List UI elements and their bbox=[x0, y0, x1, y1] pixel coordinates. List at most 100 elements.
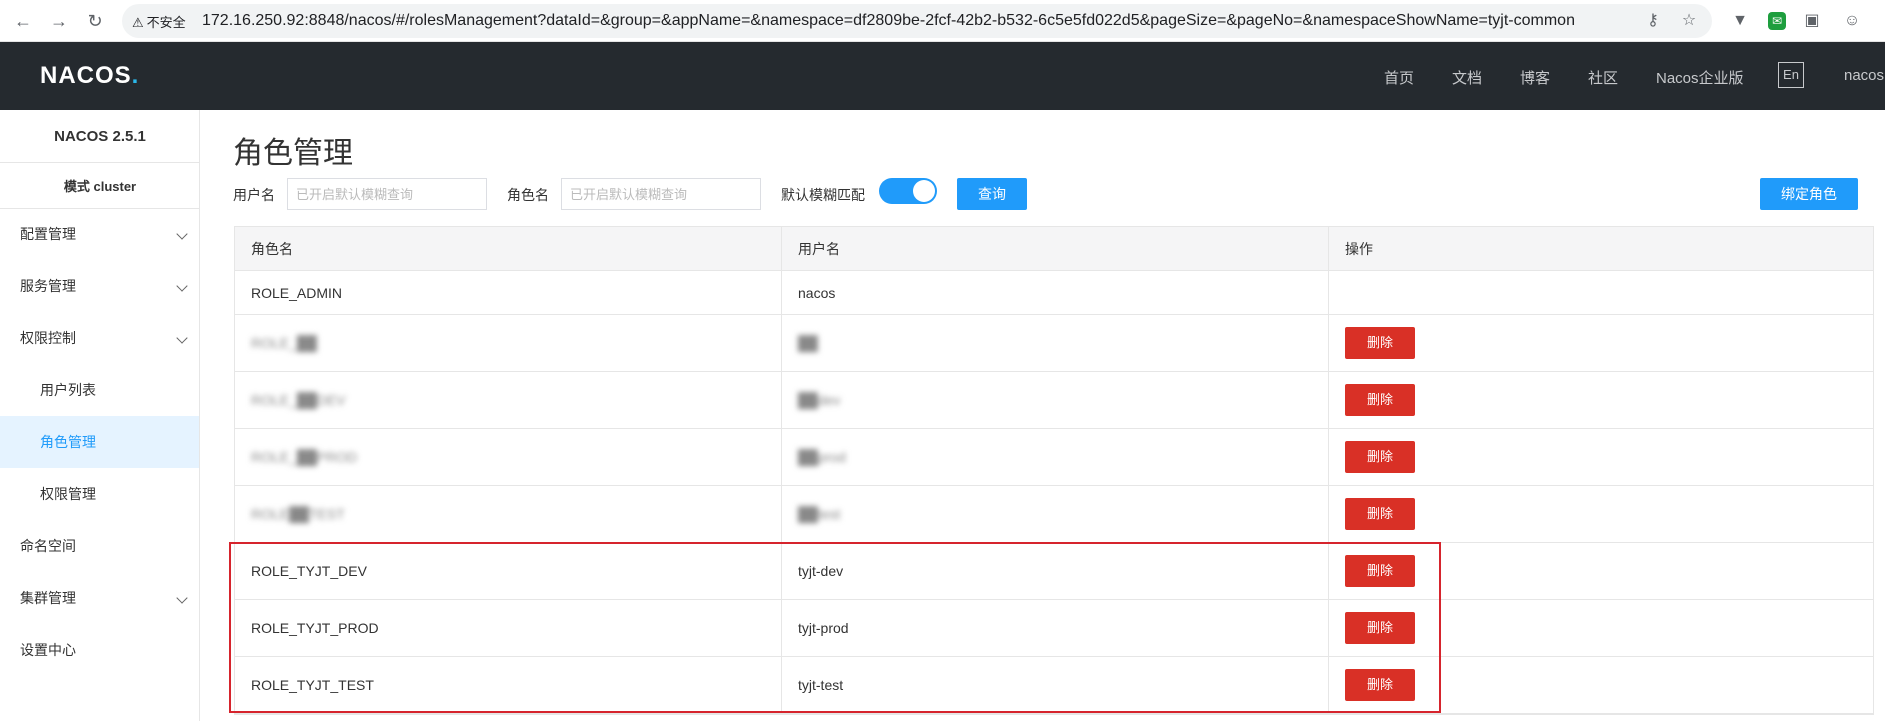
profile-icon[interactable]: ☺ bbox=[1840, 9, 1864, 33]
fuzzy-match-toggle[interactable] bbox=[879, 178, 937, 204]
redacted-text: ROLE_██PROD bbox=[251, 449, 358, 465]
action-cell: 删除 bbox=[1329, 315, 1873, 371]
reload-icon[interactable]: ↻ bbox=[82, 8, 108, 34]
column-header-user: 用户名 bbox=[782, 227, 1329, 270]
role-cell: ROLE_██ bbox=[235, 315, 782, 371]
sidebar: NACOS 2.5.1 模式 cluster 配置管理 服务管理 权限控制 用户… bbox=[0, 110, 200, 721]
nav-enterprise[interactable]: Nacos企业版 bbox=[1656, 67, 1744, 88]
user-menu[interactable]: nacos bbox=[1844, 67, 1884, 84]
redacted-text: ROLE██TEST bbox=[251, 506, 345, 522]
delete-button[interactable]: 删除 bbox=[1345, 612, 1415, 644]
action-cell: 删除 bbox=[1329, 429, 1873, 485]
redacted-text: ██ bbox=[798, 335, 818, 351]
chevron-down-icon bbox=[176, 228, 188, 240]
table-row: ROLE_██PROD ██prod 删除 bbox=[235, 429, 1873, 486]
rolename-input[interactable] bbox=[561, 178, 761, 210]
table-row: ROLE██TEST ██test 删除 bbox=[235, 486, 1873, 543]
action-cell: 删除 bbox=[1329, 600, 1873, 656]
warning-icon: ⚠ bbox=[132, 15, 144, 30]
role-cell: ROLE_██PROD bbox=[235, 429, 782, 485]
role-cell: ROLE_TYJT_TEST bbox=[235, 657, 782, 713]
sidebar-item-roles[interactable]: 角色管理 bbox=[0, 416, 199, 468]
redacted-text: ██dev bbox=[798, 392, 841, 408]
sidebar-item-namespace[interactable]: 命名空间 bbox=[0, 520, 199, 572]
back-arrow-icon[interactable]: ← bbox=[10, 8, 36, 34]
redacted-text: ROLE_██ bbox=[251, 335, 317, 351]
sidebar-item-auth[interactable]: 权限控制 bbox=[0, 312, 199, 364]
nacos-logo[interactable]: NACOS. bbox=[40, 62, 139, 90]
column-header-action: 操作 bbox=[1345, 240, 1373, 257]
redacted-text: ROLE_██DEV bbox=[251, 392, 346, 408]
action-cell: 删除 bbox=[1329, 543, 1873, 599]
extensions-puzzle-icon[interactable]: ▣ bbox=[1800, 9, 1824, 33]
toggle-knob bbox=[913, 180, 935, 202]
extension-v-icon[interactable]: ▼ bbox=[1728, 9, 1752, 33]
redacted-text: ██prod bbox=[798, 449, 846, 465]
rolename-label: 角色名 bbox=[507, 187, 549, 203]
security-indicator[interactable]: ⚠ 不安全 bbox=[132, 12, 186, 31]
sidebar-item-users[interactable]: 用户列表 bbox=[0, 364, 199, 416]
delete-button[interactable]: 删除 bbox=[1345, 669, 1415, 701]
divider bbox=[0, 162, 200, 163]
extension-chat-icon[interactable]: ✉ bbox=[1768, 12, 1786, 30]
page-title: 角色管理 bbox=[233, 137, 353, 170]
sidebar-item-permissions[interactable]: 权限管理 bbox=[0, 468, 199, 520]
url-text[interactable]: 172.16.250.92:8848/nacos/#/rolesManageme… bbox=[202, 12, 1575, 30]
user-cell: nacos bbox=[782, 271, 1329, 314]
delete-button[interactable]: 删除 bbox=[1345, 441, 1415, 473]
version-label: NACOS 2.5.1 bbox=[54, 128, 146, 145]
table-row: ROLE_TYJT_PROD tyjt-prod 删除 bbox=[235, 600, 1873, 657]
table-header: 角色名 用户名 操作 bbox=[235, 227, 1873, 271]
username-label: 用户名 bbox=[233, 187, 275, 203]
action-cell: 删除 bbox=[1329, 372, 1873, 428]
delete-button[interactable]: 删除 bbox=[1345, 384, 1415, 416]
user-cell: ██prod bbox=[782, 429, 1329, 485]
browser-toolbar: ← → ↻ ⚠ 不安全 172.16.250.92:8848/nacos/#/ro… bbox=[0, 0, 1885, 42]
table-row: ROLE_TYJT_TEST tyjt-test 删除 bbox=[235, 657, 1873, 714]
action-cell: 删除 bbox=[1329, 486, 1873, 542]
user-cell: ██dev bbox=[782, 372, 1329, 428]
redacted-text: ██test bbox=[798, 506, 841, 522]
table-row: ROLE_██ ██ 删除 bbox=[235, 315, 1873, 372]
nav-docs[interactable]: 文档 bbox=[1452, 67, 1482, 88]
nav-home[interactable]: 首页 bbox=[1384, 67, 1414, 88]
delete-button[interactable]: 删除 bbox=[1345, 327, 1415, 359]
chevron-down-icon bbox=[176, 592, 188, 604]
table-row: ROLE_██DEV ██dev 删除 bbox=[235, 372, 1873, 429]
action-cell bbox=[1329, 271, 1873, 314]
search-button[interactable]: 查询 bbox=[957, 178, 1027, 210]
table-row: ROLE_ADMIN nacos bbox=[235, 271, 1873, 315]
sidebar-item-cluster[interactable]: 集群管理 bbox=[0, 572, 199, 624]
roles-table: 角色名 用户名 操作 ROLE_ADMIN nacos ROLE_██ ██ 删… bbox=[234, 226, 1874, 715]
role-cell: ROLE██TEST bbox=[235, 486, 782, 542]
chevron-down-icon bbox=[176, 332, 188, 344]
role-cell: ROLE_██DEV bbox=[235, 372, 782, 428]
role-cell: ROLE_TYJT_DEV bbox=[235, 543, 782, 599]
user-cell: tyjt-test bbox=[782, 657, 1329, 713]
delete-button[interactable]: 删除 bbox=[1345, 498, 1415, 530]
app-header: NACOS. 首页 文档 博客 社区 Nacos企业版 En nacos bbox=[0, 42, 1885, 110]
key-icon[interactable]: ⚷ bbox=[1642, 10, 1664, 32]
mode-label: 模式 cluster bbox=[63, 179, 137, 194]
sidebar-item-config[interactable]: 配置管理 bbox=[0, 208, 199, 260]
user-cell: ██test bbox=[782, 486, 1329, 542]
action-cell: 删除 bbox=[1329, 657, 1873, 713]
table-row: ROLE_TYJT_DEV tyjt-dev 删除 bbox=[235, 543, 1873, 600]
delete-button[interactable]: 删除 bbox=[1345, 555, 1415, 587]
sidebar-item-service[interactable]: 服务管理 bbox=[0, 260, 199, 312]
user-cell: tyjt-dev bbox=[782, 543, 1329, 599]
role-cell: ROLE_TYJT_PROD bbox=[235, 600, 782, 656]
user-cell: ██ bbox=[782, 315, 1329, 371]
role-cell: ROLE_ADMIN bbox=[235, 271, 782, 314]
nav-blog[interactable]: 博客 bbox=[1520, 67, 1550, 88]
sidebar-item-settings[interactable]: 设置中心 bbox=[0, 624, 199, 676]
bind-role-button[interactable]: 绑定角色 bbox=[1760, 178, 1858, 210]
star-icon[interactable]: ☆ bbox=[1678, 10, 1700, 32]
forward-arrow-icon[interactable]: → bbox=[46, 8, 72, 34]
username-input[interactable] bbox=[287, 178, 487, 210]
chevron-down-icon bbox=[176, 280, 188, 292]
language-switch[interactable]: En bbox=[1778, 62, 1804, 88]
fuzzy-match-label: 默认模糊匹配 bbox=[781, 187, 865, 203]
nav-community[interactable]: 社区 bbox=[1588, 67, 1618, 88]
address-bar[interactable]: ⚠ 不安全 172.16.250.92:8848/nacos/#/rolesMan… bbox=[122, 4, 1712, 38]
